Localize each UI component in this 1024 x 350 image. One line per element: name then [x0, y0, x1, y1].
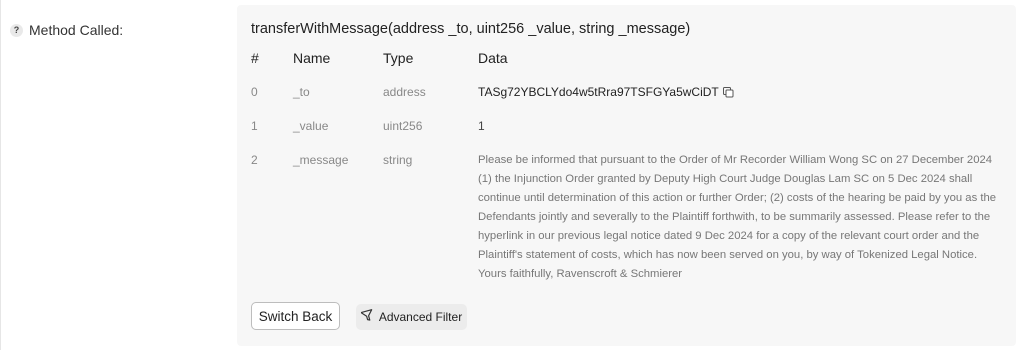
advanced-filter-button[interactable]: Advanced Filter — [356, 304, 467, 330]
row-1-data: 1 — [478, 119, 485, 133]
advanced-filter-label: Advanced Filter — [378, 310, 463, 324]
address-value[interactable]: TASg72YBCLYdo4w5tRra97TSFGYa5wCiDT — [478, 85, 719, 99]
copy-icon[interactable] — [722, 87, 734, 101]
row-0-name: _to — [293, 85, 310, 99]
row-1-name: _value — [293, 119, 329, 133]
method-called-label-row: ? Method Called: — [10, 22, 123, 38]
column-header-data: Data — [478, 50, 508, 66]
filter-icon — [360, 309, 374, 325]
row-1-type: uint256 — [383, 119, 423, 133]
method-signature: transferWithMessage(address _to, uint256… — [251, 21, 691, 37]
row-0-data: TASg72YBCLYdo4w5tRra97TSFGYa5wCiDT — [478, 85, 734, 101]
row-2-type: string — [383, 153, 413, 167]
column-header-index: # — [251, 50, 259, 66]
left-border — [0, 0, 1, 350]
method-called-label: Method Called: — [29, 22, 124, 38]
column-header-name: Name — [293, 50, 331, 66]
switch-back-button[interactable]: Switch Back — [251, 302, 340, 330]
row-1-index: 1 — [251, 119, 258, 133]
row-2-index: 2 — [251, 153, 258, 167]
row-2-data: Please be informed that pursuant to the … — [478, 154, 997, 280]
column-header-type: Type — [383, 50, 414, 66]
help-icon[interactable]: ? — [10, 23, 23, 37]
method-details-panel: transferWithMessage(address _to, uint256… — [237, 5, 1016, 346]
row-0-index: 0 — [251, 85, 258, 99]
row-2-name: _message — [293, 153, 349, 167]
row-0-type: address — [383, 85, 426, 99]
